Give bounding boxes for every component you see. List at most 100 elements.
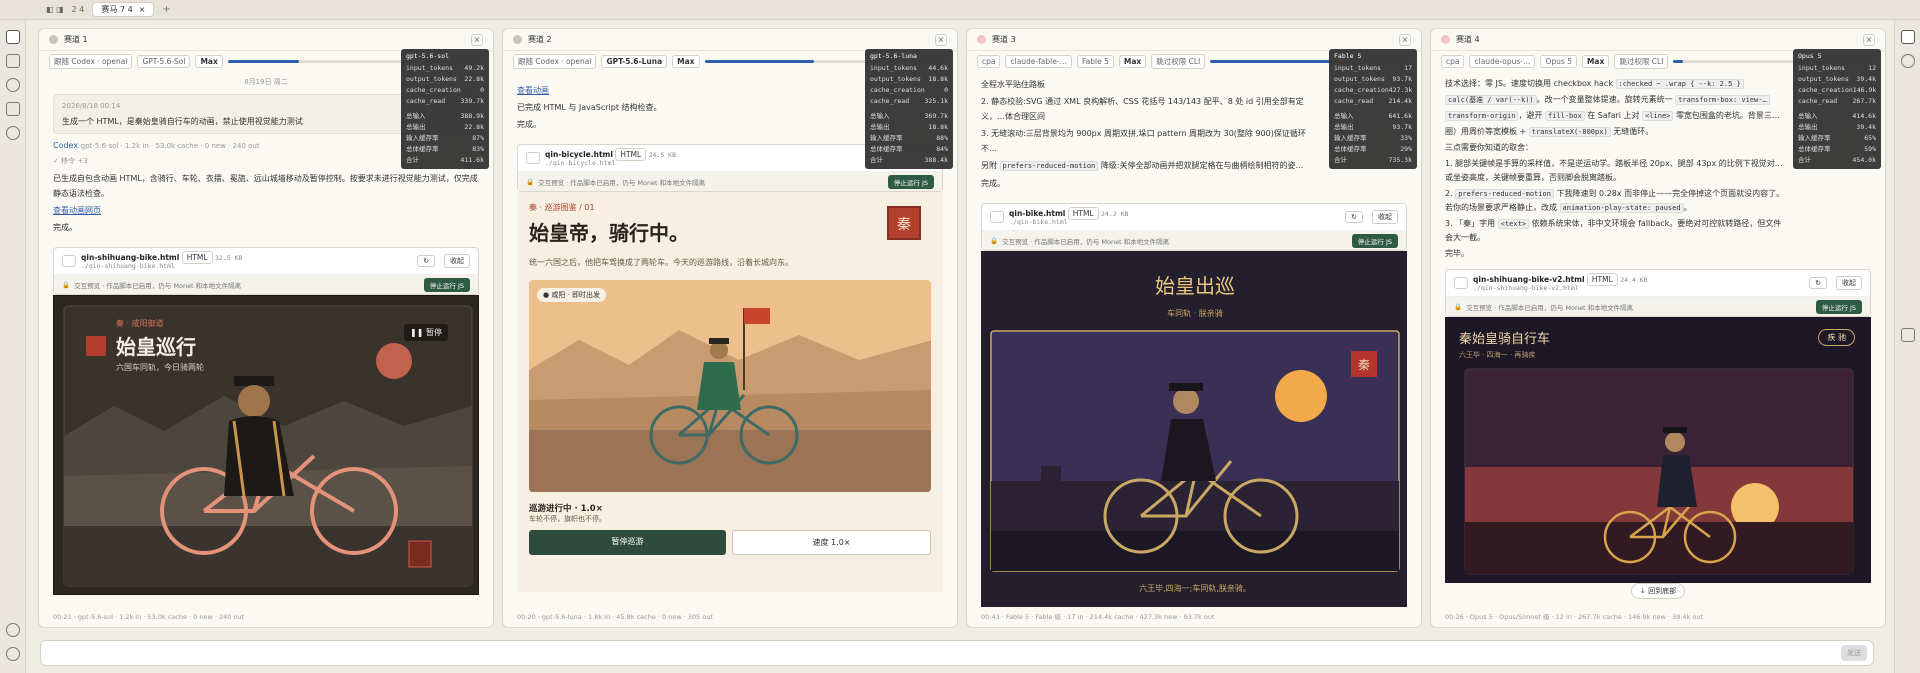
effort-chip[interactable]: Max (195, 54, 223, 68)
animation-preview-1[interactable]: 秦 · 咸阳御道 始皇巡行 六国车同轨，今日骑两轮 ❚❚ 暂停 (53, 295, 479, 595)
provider-chip[interactable]: cpa (977, 54, 1001, 68)
stats-label: 总输入 (870, 112, 890, 120)
stats-label: 总体缓存率 (406, 145, 439, 153)
emperor-badge-icon (86, 336, 106, 356)
model-chip[interactable]: claude-fable-… (1005, 54, 1073, 68)
stats-row: 总输出 18.8k (870, 122, 948, 133)
file-name[interactable]: qin-bike.html (1009, 209, 1065, 218)
theme-icon[interactable] (6, 623, 20, 637)
stats-value: 414.6k (1852, 112, 1876, 120)
speed-toggle[interactable]: 疾 驰 (1818, 329, 1855, 346)
search-icon[interactable] (5, 78, 20, 92)
stats-label: 合计 (406, 156, 419, 164)
refresh-button[interactable]: ↻ (417, 255, 435, 267)
close-panel-button[interactable]: × (1863, 33, 1875, 46)
window-controls-icon[interactable]: ◧ ◨ (46, 5, 64, 14)
tools-icon[interactable] (5, 102, 20, 116)
agent-reply-line: 。改一个变量整体提速。旋转元素统一 (1536, 95, 1673, 104)
stats-label: 总输出 (406, 123, 426, 131)
preview-notice: 交互预览 · 作品脚本已启用，仍与 Monet 和本地文件隔离 (74, 281, 242, 290)
model-chip[interactable]: GPT-5.6-Sol (137, 54, 191, 68)
panel-toggle-icon[interactable] (1900, 328, 1915, 342)
close-panel-button[interactable]: × (471, 33, 483, 46)
stats-row: 合计 454.0k (1798, 155, 1876, 166)
stats-label: input_tokens (406, 64, 453, 72)
collapse-button[interactable]: 收起 (1836, 276, 1862, 290)
permission-chip[interactable]: 跳过权限 CLI (1151, 53, 1206, 69)
pause-ride-button[interactable]: 暂停巡游 (529, 530, 726, 555)
effort-chip[interactable]: Max (1581, 54, 1610, 68)
collapse-button[interactable]: 收起 (1372, 210, 1398, 224)
agent-reply-line: 3. 无缝滚动:三层背景均为 900px 周期双拼,垛口 pattern 周期改… (981, 129, 1306, 153)
tab-active[interactable]: 赛马 7 4 × (92, 2, 155, 17)
user-icon[interactable] (5, 126, 20, 140)
refresh-button[interactable]: ↻ (1345, 211, 1363, 223)
stats-row: 总输出 93.7k (1334, 122, 1412, 133)
model-chip[interactable]: claude-opus-… (1469, 54, 1536, 68)
agent-reply-line: 降级:关停全部动画并把双腿定格在与曲柄绘制相符的姿… (1100, 161, 1304, 170)
scene-4-svg: 秦始皇骑自行车 六王毕 · 四海一 · 再骑疾 (1445, 317, 1871, 583)
message-input[interactable]: 发送 (40, 640, 1874, 666)
provider-chip[interactable]: 跟随 Codex · openai (513, 53, 597, 69)
collapse-button[interactable]: 收起 (444, 254, 470, 268)
stats-label: output_tokens (1334, 75, 1385, 83)
pause-button[interactable]: ❚❚ 暂停 (404, 324, 448, 341)
preview-notice: 交互预览 · 作品脚本已启用，仍与 Monet 和本地文件隔离 (1002, 237, 1170, 246)
agent-reply-line: 无缝循环。 (1613, 127, 1654, 136)
seal-text: 秦 (1358, 358, 1370, 372)
inline-code: transform-box: view-… (1675, 95, 1770, 105)
provider-chip[interactable]: 跟随 Codex · openai (49, 53, 133, 69)
chat-icon[interactable] (5, 54, 20, 68)
inline-code: <text> (1497, 219, 1530, 229)
stats-value: 12 (1868, 64, 1876, 72)
model-chip[interactable]: GPT-5.6-Luna (601, 54, 668, 68)
file-type-badge: HTML (181, 250, 213, 264)
location-badge: ● 咸阳 · 即时出发 (537, 288, 607, 302)
stats-label: 总输入 (1334, 112, 1354, 120)
close-panel-button[interactable]: × (1399, 33, 1411, 46)
effort-chip[interactable]: Max (672, 54, 700, 68)
animation-preview-2[interactable]: 秦 · 巡游图鉴 / 01 始皇帝，骑行中。 秦 统一六国之后，他把车驾换成了两… (517, 192, 943, 592)
scroll-to-bottom-button[interactable]: ↓ 回到底部 (1631, 583, 1686, 599)
stats-value: 22.8k (464, 123, 484, 131)
refresh-button[interactable]: ↻ (1809, 277, 1827, 289)
tab-inactive[interactable]: 2 4 (72, 5, 85, 14)
stats-value: 339.7k (460, 97, 484, 105)
list-item: 1. 腿部关键帧是手算的采样值，不是逆运动学。踏板半径 20px、腿部 43px… (1445, 159, 1783, 182)
stop-js-button[interactable]: 停止运行 JS (887, 174, 934, 189)
stats-row: 总输入 641.6k (1334, 111, 1412, 122)
view-animation-link[interactable]: 查看动画网页 (53, 203, 479, 218)
new-tab-icon[interactable]: + (162, 4, 170, 15)
close-panel-button[interactable]: × (935, 33, 947, 46)
animation-preview-4[interactable]: 秦始皇骑自行车 六王毕 · 四海一 · 再骑疾 疾 驰 (1445, 317, 1871, 583)
stats-value: 88% (936, 134, 948, 142)
stats-value: 22.8k (464, 75, 484, 83)
gear-icon[interactable] (6, 647, 20, 661)
file-type-badge: HTML (615, 147, 647, 161)
stop-js-button[interactable]: 停止运行 JS (1815, 299, 1862, 314)
file-name[interactable]: qin-bicycle.html (545, 150, 613, 159)
file-name[interactable]: qin-shihuang-bike.html (81, 253, 179, 262)
permission-chip[interactable]: 跳过权限 CLI (1614, 53, 1669, 69)
layout-icon[interactable] (1900, 30, 1915, 44)
send-button[interactable]: 发送 (1841, 645, 1867, 661)
stats-row: 总输入 414.6k (1798, 111, 1876, 122)
stats-value: 388.4k (924, 156, 948, 164)
stop-js-button[interactable]: 停止运行 JS (423, 277, 470, 292)
stop-js-button[interactable]: 停止运行 JS (1351, 233, 1398, 248)
speed-button[interactable]: 速度 1.0× (732, 530, 931, 555)
app-window: ◧ ◨ 2 4 赛马 7 4 × + 赛道 1 × 跟随 Codex · opena… (0, 0, 1920, 673)
stats-row: cache_creation 427.3k (1334, 85, 1412, 96)
progress-fill (1673, 59, 1684, 63)
provider-chip[interactable]: cpa (1441, 54, 1465, 68)
stats-row: output_tokens 93.7k (1334, 74, 1412, 85)
history-icon[interactable] (1900, 54, 1915, 68)
close-icon[interactable]: × (139, 5, 146, 14)
animation-preview-3[interactable]: 始皇出巡 车同轨 · 朕亲骑 秦 六王毕,四海一;车同轨,朕亲骑。 (981, 251, 1407, 607)
effort-chip[interactable]: Max (1118, 54, 1147, 68)
stats-row: cache_creation 0 (406, 85, 484, 96)
sessions-icon[interactable] (5, 30, 20, 44)
file-name[interactable]: qin-shihuang-bike-v2.html (1473, 275, 1585, 284)
stats-label: cache_read (1798, 97, 1838, 105)
file-card: qin-shihuang-bike.html HTML 32.5 KB ./qin… (53, 247, 479, 295)
